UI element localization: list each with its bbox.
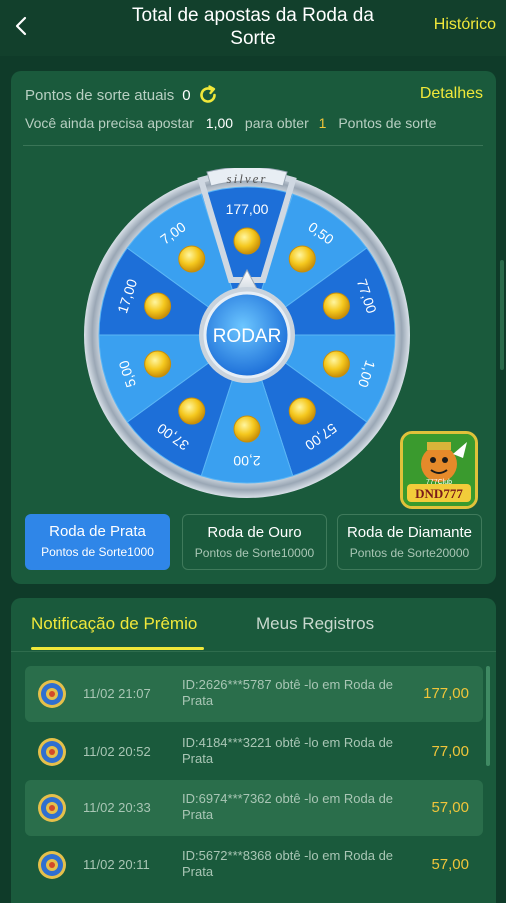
tab-prize-notifications[interactable]: Notificação de Prêmio <box>31 614 197 634</box>
record-desc: ID:2626***5787 obtê -lo em Roda de Prata <box>182 677 394 708</box>
prize-wheel: 177,00 0,50 77,00 1,00 57,00 2,00 37,00 5,00 17,… <box>83 168 411 498</box>
list-item: 11/02 20:33 ID:6974***7362 obtê -lo em R… <box>25 780 483 836</box>
wheel-icon <box>37 793 67 823</box>
need-points: 1 <box>318 115 327 131</box>
tab-subtitle: Pontos de Sorte10000 <box>194 546 315 560</box>
records-panel: Notificação de Prêmio Meus Registros 11/… <box>11 598 496 903</box>
tab-gold-wheel[interactable]: Roda de Ouro Pontos de Sorte10000 <box>182 514 327 570</box>
wheel-card: Pontos de sorte atuais 0 Detalhes Você a… <box>11 71 496 584</box>
wheel-icon <box>37 850 67 880</box>
coin-icon <box>233 415 261 443</box>
coin-icon <box>288 245 316 273</box>
need-prefix: Você ainda precisa apostar <box>25 115 194 131</box>
divider <box>23 145 483 146</box>
tab-my-records[interactable]: Meus Registros <box>256 614 374 634</box>
record-time: 11/02 20:11 <box>83 857 150 872</box>
coin-icon <box>288 397 316 425</box>
record-desc: ID:4184***3221 obtê -lo em Roda de Prata <box>182 735 394 766</box>
coin-icon <box>178 245 206 273</box>
record-amount: 57,00 <box>431 856 469 873</box>
need-amount: 1,00 <box>205 115 234 131</box>
coin-icon <box>322 292 350 320</box>
page-scrollbar[interactable] <box>500 260 504 370</box>
wheel-segment-label: 2,00 <box>233 453 260 469</box>
tab-subtitle: Pontos de Sorte20000 <box>349 546 470 560</box>
logo-text: DND777 <box>415 486 463 501</box>
coin-icon <box>144 350 172 378</box>
record-amount: 77,00 <box>431 743 469 760</box>
dnd777-logo: DND777 777Club <box>400 431 478 509</box>
record-time: 11/02 20:33 <box>83 800 151 815</box>
panel-divider <box>11 651 496 652</box>
coin-icon <box>233 227 261 255</box>
spin-button[interactable]: RODAR <box>199 287 295 383</box>
history-link[interactable]: Histórico <box>434 16 496 34</box>
record-amount: 57,00 <box>431 799 469 816</box>
points-label: Pontos de sorte atuais <box>25 86 175 104</box>
tab-title: Roda de Diamante <box>346 524 473 541</box>
spin-label: RODAR <box>213 326 282 347</box>
top-bar: Total de apostas da Roda da Sorte Histór… <box>0 0 506 56</box>
refresh-icon[interactable] <box>197 84 219 106</box>
wheel-type-tabs: Roda de Prata Pontos de Sorte1000 Roda d… <box>25 514 483 570</box>
record-desc: ID:6974***7362 obtê -lo em Roda de Prata <box>182 791 394 822</box>
list-scrollbar[interactable] <box>486 666 490 766</box>
points-row: Pontos de sorte atuais 0 Detalhes <box>25 83 483 107</box>
coin-icon <box>178 397 206 425</box>
list-item: 11/02 21:07 ID:2626***5787 obtê -lo em R… <box>25 666 483 722</box>
wheel-icon <box>37 679 67 709</box>
back-button[interactable] <box>8 12 34 40</box>
wheel-icon <box>37 737 67 767</box>
record-desc: ID:5672***8368 obtê -lo em Roda de Prata <box>182 848 394 879</box>
page-title: Total de apostas da Roda da Sorte <box>132 5 374 49</box>
list-item: 11/02 20:52 ID:4184***3221 obtê -lo em R… <box>25 724 483 780</box>
chevron-left-icon <box>15 16 27 36</box>
record-time: 11/02 21:07 <box>83 686 151 701</box>
need-mid: para obter <box>244 115 309 131</box>
need-suffix: Pontos de sorte <box>338 115 437 131</box>
tab-subtitle: Pontos de Sorte1000 <box>41 545 154 559</box>
wheel-segment-label: 177,00 <box>226 201 269 217</box>
record-amount: 177,00 <box>423 685 469 702</box>
active-tab-indicator <box>31 647 204 650</box>
tab-silver-wheel[interactable]: Roda de Prata Pontos de Sorte1000 <box>25 514 170 570</box>
tab-diamond-wheel[interactable]: Roda de Diamante Pontos de Sorte20000 <box>337 514 482 570</box>
points-value: 0 <box>182 86 191 104</box>
details-link[interactable]: Detalhes <box>420 85 483 103</box>
tab-title: Roda de Prata <box>49 523 146 540</box>
logo-subtext: 777Club <box>426 479 452 486</box>
record-time: 11/02 20:52 <box>83 744 151 759</box>
silver-badge-text: silver <box>227 171 268 186</box>
coin-icon <box>144 292 172 320</box>
tab-title: Roda de Ouro <box>207 524 302 541</box>
coin-icon <box>322 350 350 378</box>
bet-requirement: Você ainda precisa apostar 1,00 para obt… <box>25 115 485 131</box>
list-item: 11/02 20:11 ID:5672***8368 obtê -lo em R… <box>25 837 483 893</box>
